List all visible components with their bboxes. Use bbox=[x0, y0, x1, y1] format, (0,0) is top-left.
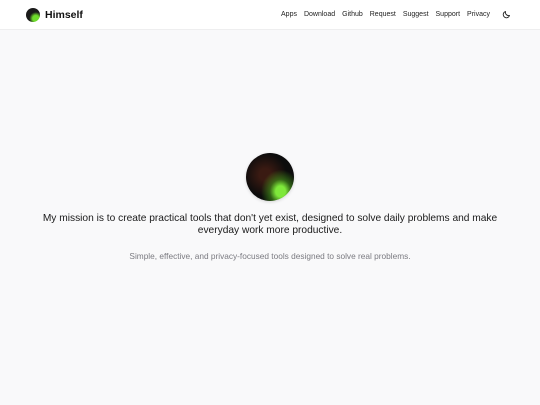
tagline: Simple, effective, and privacy-focused t… bbox=[129, 251, 411, 261]
nav-item-privacy[interactable]: Privacy bbox=[467, 11, 490, 18]
nav-item-apps[interactable]: Apps bbox=[281, 11, 297, 18]
navbar: Himself Apps Download Github Request Sug… bbox=[0, 0, 540, 29]
nav-item-support[interactable]: Support bbox=[436, 11, 461, 18]
brand-link[interactable]: Himself bbox=[26, 7, 83, 22]
avatar bbox=[246, 153, 294, 201]
himself-logo-icon bbox=[26, 7, 40, 22]
hero-section: My mission is to create practical tools … bbox=[0, 153, 540, 269]
moon-icon bbox=[502, 11, 510, 19]
nav-item-request[interactable]: Request bbox=[370, 11, 396, 18]
brand-name: Himself bbox=[45, 8, 83, 21]
mission-statement: My mission is to create practical tools … bbox=[42, 213, 498, 236]
theme-toggle-button[interactable] bbox=[500, 9, 512, 21]
nav-menu: Apps Download Github Request Suggest Sup… bbox=[281, 9, 512, 21]
nav-item-suggest[interactable]: Suggest bbox=[403, 11, 429, 18]
nav-item-download[interactable]: Download bbox=[304, 11, 335, 18]
nav-item-github[interactable]: Github bbox=[342, 11, 363, 18]
